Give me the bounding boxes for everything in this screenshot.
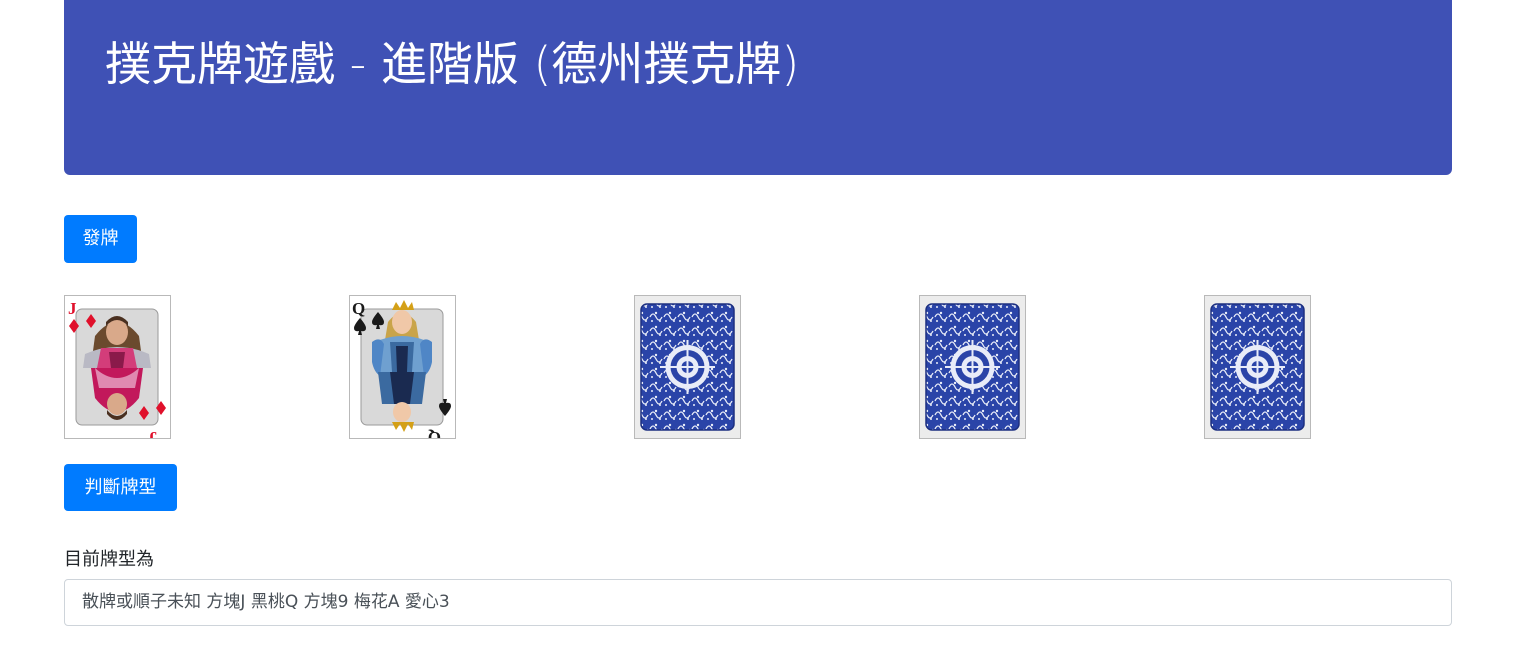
header-banner: 撲克牌遊戲 - 進階版 (德州撲克牌)	[64, 0, 1452, 175]
svg-text:Q: Q	[428, 428, 441, 438]
judge-hand-button[interactable]: 判斷牌型	[64, 464, 177, 511]
svg-text:J: J	[68, 299, 77, 318]
card-3[interactable]	[634, 295, 741, 439]
card-back-image	[920, 296, 1025, 438]
card-4[interactable]	[919, 295, 1026, 439]
card-5[interactable]	[1204, 295, 1311, 439]
hand-result-field[interactable]: 散牌或順子未知 方塊J 黑桃Q 方塊9 梅花A 愛心3	[64, 579, 1452, 626]
result-label: 目前牌型為	[64, 549, 154, 570]
page-title: 撲克牌遊戲 - 進階版 (德州撲克牌)	[105, 37, 800, 91]
deal-button[interactable]: 發牌	[64, 215, 137, 263]
svg-text:J: J	[148, 428, 157, 438]
svg-text:Q: Q	[352, 299, 365, 318]
card-2[interactable]: Q Q	[349, 295, 456, 439]
card-queen-spades-image: Q Q	[350, 296, 455, 438]
card-back-image	[1205, 296, 1310, 438]
card-jack-diamonds-image: J J	[65, 296, 170, 438]
card-1[interactable]: J J	[64, 295, 171, 439]
card-back-image	[635, 296, 740, 438]
